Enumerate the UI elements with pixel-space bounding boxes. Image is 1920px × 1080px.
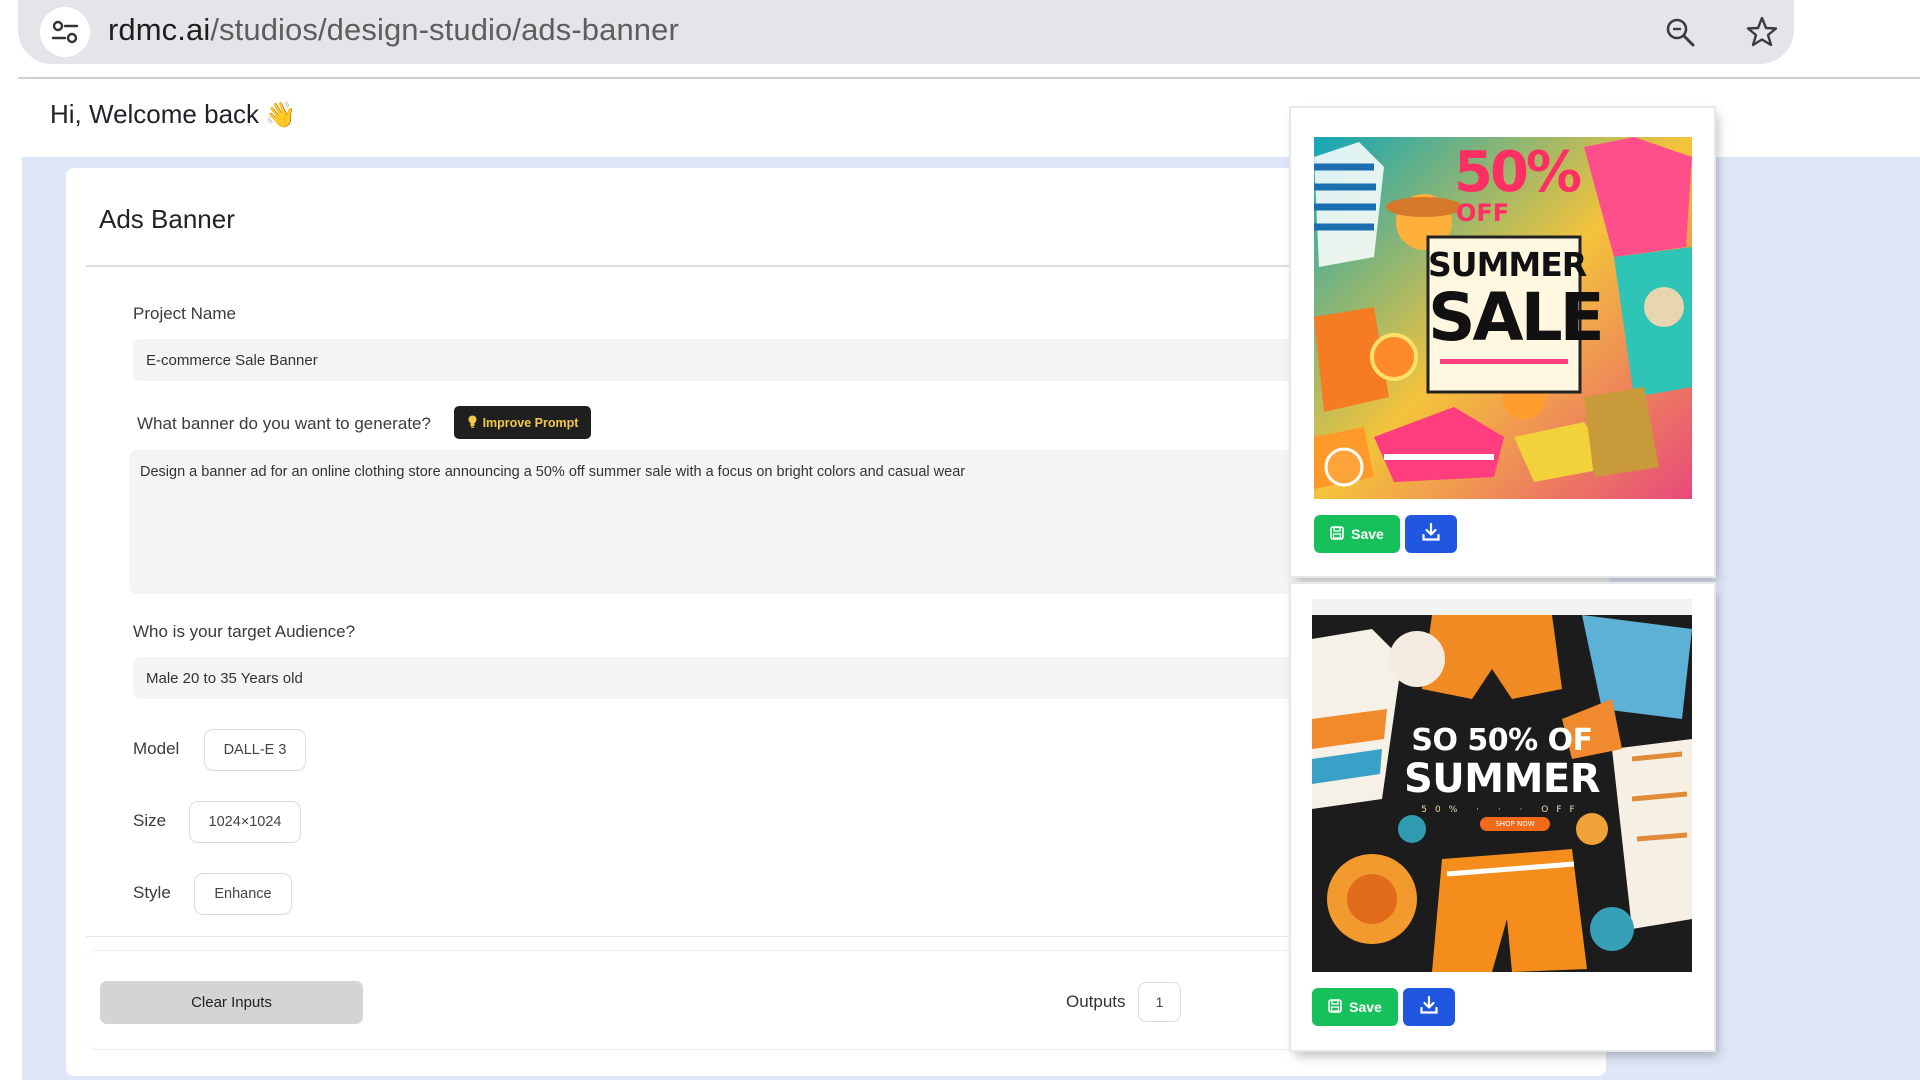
- generated-banner-image[interactable]: 50% OFF SUMMER SALE: [1314, 137, 1692, 499]
- save-button[interactable]: Save: [1314, 515, 1400, 553]
- audience-label: Who is your target Audience?: [133, 622, 356, 641]
- download-button[interactable]: [1405, 515, 1457, 553]
- size-label: Size: [133, 811, 167, 830]
- style-select[interactable]: Enhance: [194, 873, 292, 915]
- download-button[interactable]: [1403, 988, 1455, 1026]
- url-text[interactable]: rdmc.ai/studios/design-studio/ads-banner: [108, 12, 679, 48]
- banner-text-summer: SUMMER: [1403, 756, 1601, 802]
- download-icon: [1421, 522, 1441, 547]
- card-title: Ads Banner: [99, 204, 235, 234]
- outputs-label: Outputs: [1066, 992, 1126, 1011]
- url-path: /studios/design-studio/ads-banner: [210, 12, 679, 47]
- save-label: Save: [1351, 526, 1384, 542]
- star-icon[interactable]: [1740, 10, 1784, 54]
- banner-text-summer: SUMMER: [1428, 245, 1587, 284]
- save-label: Save: [1349, 999, 1382, 1015]
- url-host: rdmc.ai: [108, 12, 211, 47]
- banner-text-off-strip: 50% · · · OFF: [1421, 805, 1583, 815]
- generated-banner-image[interactable]: SO 50% OF SUMMER SHOP NOW 50% · · · OFF: [1312, 599, 1692, 972]
- welcome-text: Hi, Welcome back 👋: [50, 99, 296, 130]
- site-info-icon[interactable]: [40, 7, 90, 57]
- bulb-icon: [467, 415, 478, 431]
- model-select[interactable]: DALL-E 3: [204, 729, 306, 771]
- banner-text-off: OFF: [1456, 199, 1510, 227]
- improve-prompt-label: Improve Prompt: [482, 415, 579, 430]
- banner-text-discount: 50%: [1454, 140, 1582, 205]
- banner-text-shop-now: SHOP NOW: [1495, 820, 1535, 828]
- welcome-label: Hi, Welcome back: [50, 99, 260, 129]
- prompt-label: What banner do you want to generate?: [137, 414, 431, 433]
- project-name-label: Project Name: [133, 304, 236, 323]
- size-select[interactable]: 1024×1024: [189, 801, 301, 843]
- clear-inputs-button[interactable]: Clear Inputs: [100, 981, 363, 1024]
- save-icon: [1328, 998, 1342, 1016]
- zoom-icon[interactable]: [1658, 10, 1702, 54]
- save-icon: [1330, 525, 1344, 543]
- download-icon: [1419, 995, 1439, 1020]
- result-card: 50% OFF SUMMER SALE Save: [1291, 108, 1714, 576]
- save-button[interactable]: Save: [1312, 988, 1398, 1026]
- result-card: SO 50% OF SUMMER SHOP NOW 50% · · · OFF …: [1291, 584, 1714, 1050]
- model-label: Model: [133, 739, 180, 758]
- banner-text-sale: SALE: [1428, 279, 1605, 356]
- address-bar[interactable]: rdmc.ai/studios/design-studio/ads-banner: [18, 0, 1794, 64]
- outputs-input[interactable]: 1: [1138, 982, 1181, 1022]
- improve-prompt-button[interactable]: Improve Prompt: [454, 406, 591, 439]
- style-label: Style: [133, 883, 171, 902]
- wave-emoji: 👋: [265, 101, 297, 129]
- banner-text-headline: SO 50% OF: [1411, 723, 1593, 758]
